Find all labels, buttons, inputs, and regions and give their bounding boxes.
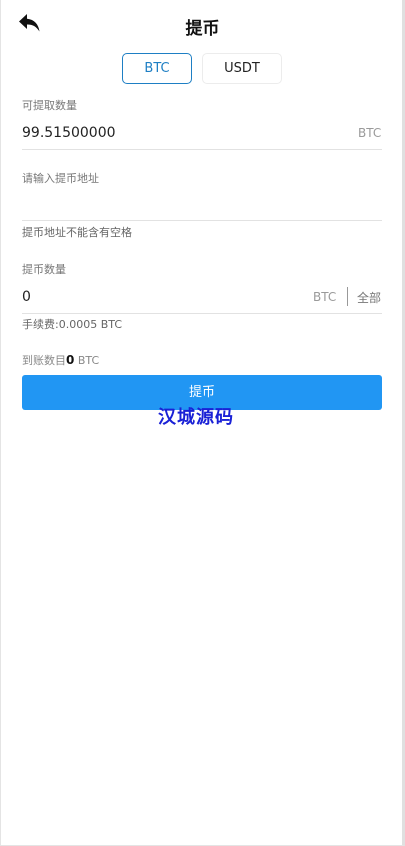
separator	[347, 287, 348, 306]
divider	[22, 149, 382, 150]
divider	[22, 220, 382, 221]
available-label: 可提取数量	[22, 99, 77, 112]
page-title: 提币	[185, 19, 220, 39]
header: 提币	[0, 0, 405, 50]
arrival-value: 0	[66, 353, 75, 367]
arrival-row: 到账数目0 BTC	[22, 352, 99, 368]
all-button[interactable]: 全部	[357, 289, 381, 306]
divider	[22, 313, 382, 314]
arrival-label: 到账数目	[22, 354, 66, 367]
tab-usdt[interactable]: USDT	[202, 53, 282, 84]
available-value: 99.51500000	[22, 125, 116, 141]
address-input[interactable]	[22, 192, 382, 218]
currency-tabs: BTC USDT	[0, 53, 405, 84]
amount-unit: BTC	[313, 290, 337, 304]
amount-input[interactable]	[22, 287, 292, 307]
fee-text: 手续费:0.0005 BTC	[22, 318, 122, 331]
address-label: 请输入提币地址	[22, 172, 99, 185]
amount-label: 提币数量	[22, 263, 66, 276]
address-hint: 提币地址不能含有空格	[22, 226, 132, 239]
arrival-unit: BTC	[77, 354, 100, 367]
watermark: 汉城源码	[158, 407, 234, 428]
tab-btc[interactable]: BTC	[122, 53, 192, 84]
available-unit: BTC	[358, 126, 382, 140]
